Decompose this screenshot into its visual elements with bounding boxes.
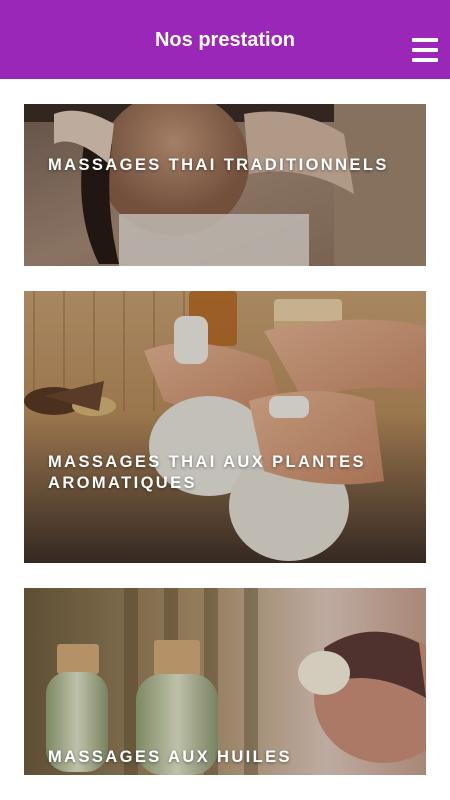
woman-receiving-back-massage-photo bbox=[24, 104, 426, 266]
hamburger-line bbox=[412, 48, 438, 52]
hamburger-line bbox=[412, 58, 438, 62]
menu-button[interactable] bbox=[412, 38, 438, 62]
service-title: MASSAGES AUX HUILES bbox=[48, 748, 292, 766]
service-card-oils[interactable]: MASSAGES AUX HUILES bbox=[24, 588, 426, 775]
top-app-bar: Nos prestation bbox=[0, 0, 450, 79]
herbal-compress-massage-photo bbox=[24, 291, 426, 563]
service-card-aromatic-herbs[interactable]: MASSAGES THAI AUX PLANTES AROMATIQUES bbox=[24, 291, 426, 563]
app-screen: Nos prestation MASSAGES THAI TRADITIONNE… bbox=[0, 0, 450, 800]
page-title: Nos prestation bbox=[154, 29, 296, 51]
service-title: MASSAGES THAI AUX PLANTES AROMATIQUES bbox=[48, 453, 366, 492]
service-title: MASSAGES THAI TRADITIONNELS bbox=[48, 156, 389, 174]
hamburger-menu-icon bbox=[412, 38, 438, 42]
service-card-traditional-thai[interactable]: MASSAGES THAI TRADITIONNELS bbox=[24, 104, 426, 266]
